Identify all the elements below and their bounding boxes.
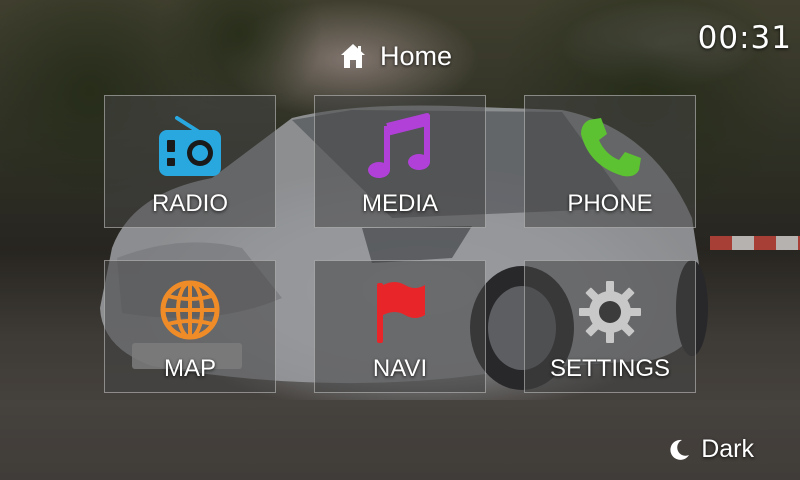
phone-tile-label: PHONE: [567, 190, 653, 217]
media-tile-label: MEDIA: [361, 190, 438, 217]
settings-tile-label: SETTINGS: [549, 355, 670, 382]
navi-tile-label: NAVI: [372, 355, 428, 382]
header-title-group: Home: [338, 36, 452, 76]
radio-icon: [155, 112, 225, 182]
home-screen: Home 00:31 RADIO MEDIA PHONE MAP NAVI SE…: [0, 0, 800, 480]
map-tile-label: MAP: [163, 355, 216, 382]
radio-tile-label: RADIO: [151, 190, 228, 217]
dark-mode-toggle[interactable]: Dark: [667, 435, 754, 464]
clock: 00:31: [697, 20, 792, 56]
home-icon: [341, 44, 365, 68]
moon-icon: [670, 439, 690, 460]
dark-mode-label: Dark: [701, 435, 754, 463]
navi-tile[interactable]: NAVI: [314, 260, 486, 393]
page-title: Home: [380, 40, 453, 71]
phone-tile[interactable]: PHONE: [524, 95, 696, 228]
settings-tile[interactable]: SETTINGS: [524, 260, 696, 393]
globe-icon: [155, 277, 225, 347]
music-note-icon: [365, 112, 435, 182]
phone-icon: [575, 112, 645, 182]
radio-tile[interactable]: RADIO: [104, 95, 276, 228]
gear-icon: [575, 277, 645, 347]
flag-icon: [365, 277, 435, 347]
media-tile[interactable]: MEDIA: [314, 95, 486, 228]
map-tile[interactable]: MAP: [104, 260, 276, 393]
